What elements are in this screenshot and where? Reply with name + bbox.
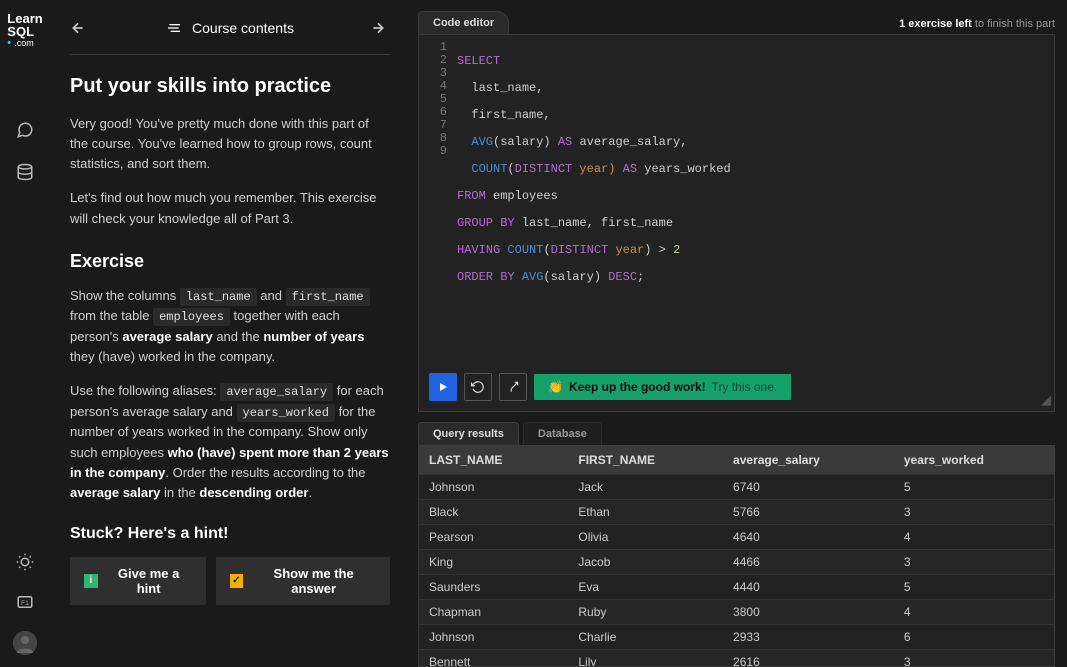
table-cell: Johnson: [419, 475, 568, 500]
lesson-heading: Put your skills into practice: [70, 75, 390, 98]
course-contents-label: Course contents: [192, 20, 294, 36]
table-cell: Johnson: [419, 625, 568, 650]
table-cell: Ruby: [568, 600, 723, 625]
menu-icon: [166, 20, 182, 36]
table-cell: 4466: [723, 550, 894, 575]
prev-arrow[interactable]: [70, 20, 90, 36]
query-results-tab[interactable]: Query results: [418, 422, 519, 445]
table-row: JohnsonCharlie29336: [419, 625, 1054, 650]
next-arrow[interactable]: [370, 20, 390, 36]
lesson-intro-2: Let's find out how much you remember. Th…: [70, 188, 390, 228]
chat-icon[interactable]: [14, 119, 36, 141]
table-row: KingJacob44663: [419, 550, 1054, 575]
table-row: PearsonOlivia46404: [419, 525, 1054, 550]
table-cell: Eva: [568, 575, 723, 600]
table-cell: Bennett: [419, 650, 568, 667]
column-header: LAST_NAME: [419, 446, 568, 475]
right-panel: Code editor 1 exercise left to finish th…: [410, 0, 1067, 667]
table-cell: Jacob: [568, 550, 723, 575]
left-rail: Learn SQL • .com F1: [0, 0, 50, 667]
check-icon: ✓: [230, 574, 244, 588]
theme-icon[interactable]: [14, 551, 36, 573]
table-row: BennettLily26163: [419, 650, 1054, 667]
course-contents-button[interactable]: Course contents: [166, 20, 294, 36]
code-editor: 123456789 SELECT last_name, first_name, …: [418, 34, 1055, 412]
table-cell: 4: [894, 600, 1054, 625]
answer-button-label: Show me the answer: [251, 566, 376, 596]
table-row: SaundersEva44405: [419, 575, 1054, 600]
table-cell: 4640: [723, 525, 894, 550]
database-tab[interactable]: Database: [523, 422, 602, 445]
clap-icon: 👏: [548, 380, 563, 394]
table-cell: 3: [894, 550, 1054, 575]
keyboard-shortcut-icon[interactable]: F1: [14, 591, 36, 613]
table-cell: 4440: [723, 575, 894, 600]
table-cell: Chapman: [419, 600, 568, 625]
table-cell: 3800: [723, 600, 894, 625]
code-area[interactable]: 123456789 SELECT last_name, first_name, …: [419, 35, 1054, 363]
hint-button-label: Give me a hint: [106, 566, 192, 596]
table-cell: Ethan: [568, 500, 723, 525]
column-header: FIRST_NAME: [568, 446, 723, 475]
code-editor-tab[interactable]: Code editor: [418, 11, 509, 34]
table-cell: Saunders: [419, 575, 568, 600]
exercise-heading: Exercise: [70, 251, 390, 272]
table-cell: 3: [894, 500, 1054, 525]
database-icon[interactable]: [14, 161, 36, 183]
lesson-panel: Course contents Put your skills into pra…: [50, 0, 410, 667]
avatar[interactable]: [13, 631, 37, 655]
column-header: years_worked: [894, 446, 1054, 475]
table-cell: Olivia: [568, 525, 723, 550]
exercise-para-2: Use the following aliases: average_salar…: [70, 381, 390, 503]
exercises-remaining: 1 exercise left to finish this part: [899, 18, 1055, 34]
info-icon: i: [84, 574, 98, 588]
table-cell: King: [419, 550, 568, 575]
success-message: 👏 Keep up the good work! Try this one.: [534, 374, 791, 400]
table-cell: 5: [894, 475, 1054, 500]
table-cell: Charlie: [568, 625, 723, 650]
table-cell: Jack: [568, 475, 723, 500]
table-cell: 5766: [723, 500, 894, 525]
table-cell: 2616: [723, 650, 894, 667]
table-cell: Black: [419, 500, 568, 525]
contents-bar: Course contents: [70, 10, 390, 55]
exercise-para-1: Show the columns last_name and first_nam…: [70, 286, 390, 367]
answer-button[interactable]: ✓ Show me the answer: [216, 557, 390, 605]
svg-text:F1: F1: [21, 600, 29, 607]
code-lines[interactable]: SELECT last_name, first_name, AVG(salary…: [457, 41, 1054, 357]
reset-button[interactable]: [464, 373, 492, 401]
lesson-intro-1: Very good! You've pretty much done with …: [70, 114, 390, 174]
table-cell: Lily: [568, 650, 723, 667]
hint-button[interactable]: i Give me a hint: [70, 557, 206, 605]
table-row: ChapmanRuby38004: [419, 600, 1054, 625]
table-cell: 5: [894, 575, 1054, 600]
table-row: BlackEthan57663: [419, 500, 1054, 525]
hint-heading: Stuck? Here's a hint!: [70, 525, 390, 543]
table-cell: Pearson: [419, 525, 568, 550]
results-box: LAST_NAMEFIRST_NAMEaverage_salaryyears_w…: [418, 445, 1055, 667]
run-button[interactable]: [429, 373, 457, 401]
editor-controls: 👏 Keep up the good work! Try this one.: [419, 363, 1054, 411]
table-cell: 6740: [723, 475, 894, 500]
logo[interactable]: Learn SQL • .com: [7, 12, 42, 49]
results-table: LAST_NAMEFIRST_NAMEaverage_salaryyears_w…: [419, 446, 1054, 667]
share-button[interactable]: [499, 373, 527, 401]
column-header: average_salary: [723, 446, 894, 475]
table-cell: 3: [894, 650, 1054, 667]
table-cell: 4: [894, 525, 1054, 550]
table-cell: 2933: [723, 625, 894, 650]
line-gutter: 123456789: [419, 41, 457, 357]
table-row: JohnsonJack67405: [419, 475, 1054, 500]
table-cell: 6: [894, 625, 1054, 650]
